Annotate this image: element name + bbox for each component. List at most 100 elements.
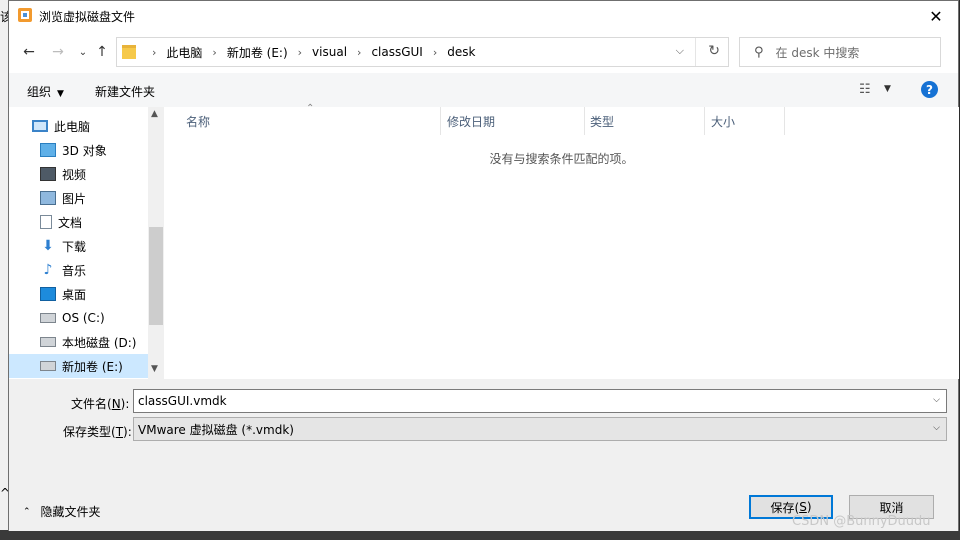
column-divider[interactable] xyxy=(784,107,785,135)
chevron-right-icon: › xyxy=(357,45,362,59)
filename-input[interactable]: classGUI.vmdk ⌵ xyxy=(133,389,947,413)
organize-button[interactable]: 组织 ▼ xyxy=(27,83,64,100)
background-taskbar-strip xyxy=(0,530,960,540)
scrollbar-thumb[interactable] xyxy=(149,227,163,325)
search-input[interactable]: ⚲ 在 desk 中搜索 xyxy=(739,37,941,67)
address-bar[interactable]: › 此电脑 › 新加卷 (E:) › visual › classGUI › d… xyxy=(116,37,729,67)
filetype-value: VMware 虚拟磁盘 (*.vmdk) xyxy=(138,422,294,437)
sidebar-item-label: 下载 xyxy=(62,239,87,254)
music-icon: ♪ xyxy=(43,262,53,278)
chevron-right-icon: › xyxy=(432,45,438,59)
filename-label: 文件名(N): xyxy=(71,397,130,411)
documents-icon xyxy=(40,215,52,229)
close-button[interactable]: ✕ xyxy=(914,1,958,31)
pictures-icon xyxy=(40,191,56,205)
sidebar-item-label: 3D 对象 xyxy=(62,143,107,158)
sidebar-item-label: 桌面 xyxy=(62,287,87,302)
scroll-down-icon[interactable]: ▼ xyxy=(151,364,158,374)
column-label: 名称 xyxy=(186,114,211,129)
save-options-panel: 文件名(N): classGUI.vmdk ⌵ 保存类型(T): VMware … xyxy=(9,379,958,531)
sort-ascending-icon: ⌃ xyxy=(306,103,315,114)
background-window-edge: 该 ^ xyxy=(0,0,12,540)
scroll-up-icon[interactable]: ▲ xyxy=(151,109,158,119)
title-bar: 浏览虚拟磁盘文件 ✕ xyxy=(9,1,958,31)
breadcrumb-item[interactable]: 新加卷 (E:) xyxy=(227,44,288,61)
3d-objects-icon xyxy=(40,143,56,157)
sidebar-item-label: 视频 xyxy=(62,167,87,182)
forward-button[interactable]: → xyxy=(48,43,68,61)
download-icon: ⬇ xyxy=(42,238,54,254)
folder-icon xyxy=(122,45,136,59)
hide-folders-label: 隐藏文件夹 xyxy=(40,505,101,519)
sidebar-item-label: 图片 xyxy=(62,191,87,206)
recent-locations-button[interactable]: ⌄ xyxy=(73,43,93,61)
sidebar-item-label: OS (C:) xyxy=(62,311,105,325)
caret-down-icon[interactable]: ▼ xyxy=(884,84,891,94)
vmware-app-icon xyxy=(18,8,32,22)
caret-down-icon: ▼ xyxy=(57,89,64,99)
breadcrumb-item[interactable]: visual xyxy=(312,45,347,59)
organize-label: 组织 xyxy=(27,85,52,99)
back-button[interactable]: ← xyxy=(19,43,39,61)
arrow-right-icon: → xyxy=(52,44,64,60)
search-icon: ⚲ xyxy=(754,44,764,60)
drive-icon xyxy=(40,361,56,371)
watermark: CSDN @BunnyDuudu xyxy=(792,514,931,529)
sidebar-item-label: 文档 xyxy=(58,215,83,230)
sidebar-item-label: 新加卷 (E:) xyxy=(62,359,123,374)
navigation-pane: 此电脑 3D 对象 视频 图片 文档 ⬇ 下载 ♪ 音乐 桌面 OS (C:) … xyxy=(9,107,179,379)
column-label: 修改日期 xyxy=(447,114,496,129)
file-list: ⌃ 名称 修改日期 类型 大小 没有与搜索条件匹配的项。 xyxy=(164,103,959,379)
filetype-label: 保存类型(T): xyxy=(63,425,132,439)
chevron-up-icon: ⌃ xyxy=(23,506,31,517)
search-placeholder: 在 desk 中搜索 xyxy=(775,45,860,60)
column-divider[interactable] xyxy=(704,107,705,135)
breadcrumb-item[interactable]: desk xyxy=(447,45,475,59)
arrow-up-icon: ↑ xyxy=(96,44,108,60)
sidebar-item-label: 音乐 xyxy=(62,263,87,278)
desktop-icon xyxy=(40,287,56,301)
column-header-date[interactable]: 修改日期 xyxy=(447,107,495,135)
breadcrumb-item[interactable]: 此电脑 xyxy=(166,44,202,61)
sidebar-item-this-pc[interactable]: 此电脑 xyxy=(9,114,171,138)
chevron-down-icon[interactable]: ⌵ xyxy=(933,395,940,405)
column-header-name[interactable]: 名称 xyxy=(186,107,210,135)
address-dropdown-icon[interactable]: ⌵ xyxy=(676,44,684,58)
help-icon[interactable]: ? xyxy=(921,81,938,98)
up-button[interactable]: ↑ xyxy=(92,43,112,61)
filetype-select[interactable]: VMware 虚拟磁盘 (*.vmdk) ⌵ xyxy=(133,417,947,441)
column-label: 类型 xyxy=(590,114,615,129)
file-dialog: 浏览虚拟磁盘文件 ✕ ← → ⌄ ↑ › 此电脑 › 新加卷 (E:) › vi… xyxy=(8,0,959,531)
chevron-right-icon: › xyxy=(152,45,157,59)
drive-icon xyxy=(40,337,56,347)
hide-folders-toggle[interactable]: ⌃ 隐藏文件夹 xyxy=(23,503,101,520)
sidebar-scrollbar[interactable]: ▲ ▼ xyxy=(148,107,164,379)
close-icon: ✕ xyxy=(929,6,943,26)
view-options-icon[interactable]: ☷ xyxy=(859,82,871,97)
chevron-right-icon: › xyxy=(297,45,303,59)
sidebar-item-label: 此电脑 xyxy=(54,119,91,134)
column-header-size[interactable]: 大小 xyxy=(711,107,735,135)
column-header-type[interactable]: 类型 xyxy=(590,107,614,135)
chevron-down-icon: ⌄ xyxy=(78,46,88,58)
address-divider xyxy=(695,38,696,66)
column-divider[interactable] xyxy=(584,107,585,135)
chevron-down-icon: ⌵ xyxy=(933,423,940,433)
chevron-right-icon: › xyxy=(212,45,217,59)
column-divider[interactable] xyxy=(440,107,441,135)
new-folder-button[interactable]: 新建文件夹 xyxy=(95,83,155,100)
refresh-icon[interactable]: ↻ xyxy=(708,43,720,59)
empty-message: 没有与搜索条件匹配的项。 xyxy=(489,152,634,166)
column-label: 大小 xyxy=(711,114,736,129)
breadcrumb-item[interactable]: classGUI xyxy=(371,45,422,59)
filename-value: classGUI.vmdk xyxy=(138,394,227,408)
sidebar-item-label: 本地磁盘 (D:) xyxy=(62,335,137,350)
new-folder-label: 新建文件夹 xyxy=(95,85,156,99)
navigation-bar: ← → ⌄ ↑ › 此电脑 › 新加卷 (E:) › visual › clas… xyxy=(9,35,958,69)
arrow-left-icon: ← xyxy=(23,44,35,60)
video-icon xyxy=(40,167,56,181)
computer-icon xyxy=(32,120,48,132)
command-toolbar: 组织 ▼ 新建文件夹 ☷ ▼ ? xyxy=(9,73,958,107)
window-title: 浏览虚拟磁盘文件 xyxy=(39,10,136,24)
drive-icon xyxy=(40,313,56,323)
